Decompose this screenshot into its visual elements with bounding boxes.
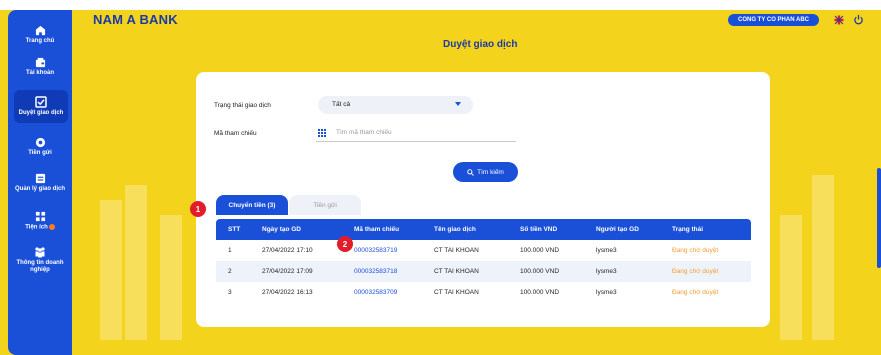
sidebar-item-utilities[interactable]: Tiện ích — [8, 210, 72, 232]
col-header-amount: Số tiền VND — [520, 226, 558, 233]
cell-status: Đang chờ duyệt — [672, 289, 719, 296]
search-button-label: Tìm kiếm — [477, 168, 504, 176]
sidebar-item-transactions[interactable]: Quản lý giao dịch — [8, 172, 72, 193]
sidebar-item-approve[interactable]: Duyệt giao dịch — [14, 90, 68, 123]
scrollbar[interactable] — [877, 168, 881, 268]
sidebar-item-label: Trang chủ — [25, 38, 55, 44]
reference-filter-label: Mã tham chiếu — [214, 130, 257, 137]
cell-date: 27/04/2022 16:13 — [262, 289, 313, 296]
col-header-date: Ngày tạo GD — [262, 226, 302, 233]
sidebar-item-savings[interactable]: Tiền gửi — [8, 136, 72, 157]
table-row[interactable]: 2 27/04/2022 17:09 000032583718 CT TAI K… — [216, 261, 751, 282]
sidebar-item-home[interactable]: Trang chủ — [8, 24, 72, 45]
cell-transaction-name: CT TAI KHOAN — [434, 268, 479, 275]
cell-transaction-name: CT TAI KHOAN — [434, 289, 479, 296]
col-header-reference: Mã tham chiếu — [354, 226, 400, 233]
sidebar-item-account[interactable]: Tài khoản — [8, 56, 72, 77]
status-filter-select[interactable]: Tất cả — [318, 96, 473, 114]
people-icon — [34, 246, 46, 258]
page-title: Duyệt giao dịch — [443, 39, 518, 50]
col-header-creator: Người tạo GD — [596, 226, 639, 233]
decor-bar — [100, 200, 122, 340]
decor-bar — [780, 215, 802, 340]
cell-date: 27/04/2022 17:09 — [262, 268, 313, 275]
uk-flag-icon[interactable] — [834, 15, 844, 25]
company-badge[interactable]: CONG TY CO PHAN ABC — [728, 14, 820, 26]
cell-status: Đang chờ duyệt — [672, 268, 719, 275]
tab-deposit[interactable]: Tiền gửi — [289, 195, 361, 215]
decor-bar — [125, 185, 147, 340]
step-marker-2: 2 — [337, 236, 353, 252]
transaction-approval-card: Trạng thái giao dịch Tất cả Mã tham chiế… — [196, 72, 770, 327]
col-header-transaction-name: Tên giao dịch — [434, 226, 476, 233]
cell-transaction-name: CT TAI KHOAN — [434, 247, 479, 254]
cell-stt: 2 — [228, 268, 232, 275]
cell-stt: 1 — [228, 247, 232, 254]
cell-amount: 100.000 VND — [520, 247, 560, 254]
cell-reference-link[interactable]: 000032583719 — [354, 247, 434, 254]
bank-logo[interactable]: NAM A BANK — [93, 12, 178, 27]
reference-placeholder: Tìm mã tham chiếu — [336, 129, 392, 136]
decor-bar — [160, 215, 182, 340]
sidebar-item-label: Thông tin doanh nghiệp — [16, 260, 64, 273]
step-marker-1: 1 — [190, 201, 206, 217]
power-icon[interactable] — [853, 14, 864, 25]
wallet-icon — [34, 56, 46, 68]
cell-creator: lysme3 — [596, 247, 617, 254]
sidebar-item-label: Tài khoản — [25, 70, 54, 76]
sidebar-item-utilities-wrap: Tiện ích — [25, 224, 55, 232]
transactions-table: STT Ngày tạo GD Mã tham chiếu Tên giao d… — [216, 219, 751, 303]
cell-creator: lysme3 — [596, 289, 617, 296]
sidebar-item-label: Tiền gửi — [28, 150, 52, 156]
reference-search-input[interactable]: Tìm mã tham chiếu — [316, 126, 516, 142]
table-row[interactable]: 1 27/04/2022 17:10 000032583719 CT TAI K… — [216, 240, 751, 261]
cell-reference-link[interactable]: 000032583718 — [354, 268, 434, 275]
notification-badge — [48, 224, 55, 230]
status-filter-label: Trạng thái giao dịch — [214, 102, 271, 109]
cell-status: Đang chờ duyệt — [672, 247, 719, 254]
table-row[interactable]: 3 27/04/2022 16:13 000032583709 CT TAI K… — [216, 282, 751, 303]
tab-transfer[interactable]: Chuyển tiền (3) — [216, 195, 288, 215]
decor-bar — [812, 175, 834, 340]
grid-icon — [318, 129, 326, 137]
search-icon — [467, 168, 475, 176]
cell-creator: lysme3 — [596, 268, 617, 275]
home-icon — [34, 24, 46, 36]
sidebar: Trang chủ Tài khoản Duyệt giao dịch Tiền… — [8, 10, 72, 355]
cell-amount: 100.000 VND — [520, 289, 560, 296]
search-button[interactable]: Tìm kiếm — [453, 162, 518, 182]
app-frame: Trang chủ Tài khoản Duyệt giao dịch Tiền… — [0, 0, 881, 355]
cell-amount: 100.000 VND — [520, 268, 560, 275]
apps-icon — [34, 210, 46, 222]
col-header-stt: STT — [228, 226, 241, 233]
caret-down-icon — [455, 102, 461, 106]
col-header-status: Trạng thái — [672, 226, 704, 233]
table-header-row: STT Ngày tạo GD Mã tham chiếu Tên giao d… — [216, 219, 751, 240]
document-icon — [34, 172, 46, 184]
sidebar-item-company-info[interactable]: Thông tin doanh nghiệp — [8, 246, 72, 274]
cell-reference-link[interactable]: 000032583709 — [354, 289, 434, 296]
savings-icon — [34, 136, 46, 148]
sidebar-item-label: Tiện ích — [25, 224, 48, 231]
cell-stt: 3 — [228, 289, 232, 296]
status-filter-value: Tất cả — [332, 101, 351, 108]
checkbox-icon — [35, 96, 47, 108]
sidebar-item-label: Duyệt giao dịch — [18, 110, 64, 116]
sidebar-item-label: Quản lý giao dịch — [14, 186, 65, 192]
